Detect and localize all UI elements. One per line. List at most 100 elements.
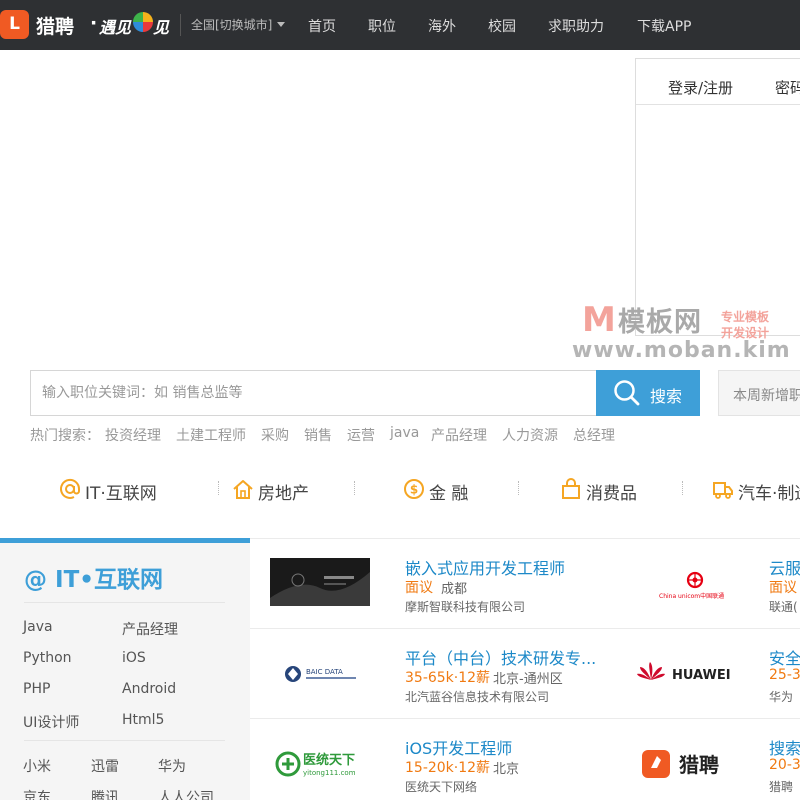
hot-search-label: 热门搜索： — [30, 428, 100, 444]
company-logo-text: BAIC DATA — [306, 668, 343, 676]
sidebar-company-link[interactable]: 迅雷 — [91, 756, 119, 776]
nav-jobs[interactable]: 职位 — [368, 16, 396, 36]
company-logo[interactable]: 猎聘 — [637, 740, 737, 788]
sidebar-job-link[interactable]: Python — [23, 650, 72, 666]
top-navbar: L 猎聘 · 遇见 见 全国[切换城市] 首页 职位 海外 校园 求职助力 下载… — [0, 0, 800, 50]
hot-search-item[interactable]: 总经理 — [573, 425, 615, 445]
hot-search-item[interactable]: 投资经理 — [105, 425, 161, 445]
liepin-logo-icon[interactable]: L — [0, 10, 29, 39]
job-company-link[interactable]: 联通( — [769, 598, 798, 615]
sidebar-job-link[interactable]: Android — [122, 681, 176, 697]
sidebar-company-link[interactable]: 腾讯 — [91, 787, 119, 800]
job-list-divider — [250, 538, 800, 539]
tab-login-register[interactable]: 登录/注册 — [668, 77, 733, 98]
job-location: 成都 — [441, 582, 468, 597]
hot-search-item[interactable]: 销售 — [304, 425, 332, 445]
job-salary: 面议 — [769, 580, 797, 596]
category-label: 金 融 — [429, 484, 469, 504]
hot-search-item[interactable]: 人力资源 — [502, 425, 558, 445]
sidebar-divider — [24, 602, 225, 603]
watermark-url: www.moban.kim — [572, 338, 791, 363]
company-logo[interactable]: HUAWEI — [637, 650, 737, 698]
job-title-link[interactable]: 安全 — [769, 645, 800, 669]
sidebar-company-link[interactable]: 小米 — [23, 756, 51, 776]
chevron-down-icon[interactable] — [277, 22, 285, 27]
job-salary: 15-20k·12薪 — [405, 760, 491, 776]
company-logo[interactable] — [270, 558, 370, 606]
job-title-link[interactable]: iOS开发工程师 — [405, 735, 512, 759]
watermark-tagline-1: 专业模板 — [721, 310, 770, 324]
sidebar-company-link[interactable]: 华为 — [158, 756, 186, 776]
sidebar-company-link[interactable]: 京东 — [23, 787, 51, 800]
category-label: 消费品 — [586, 484, 637, 504]
login-panel: 登录/注册 密码 — [635, 58, 800, 336]
job-company-link[interactable]: 北汽蓝谷信息技术有限公司 — [405, 688, 549, 705]
company-logo-text: China unicom中国联通 — [659, 592, 724, 600]
city-switcher[interactable]: 全国[切换城市] — [191, 16, 272, 33]
job-salary: 面议 — [405, 580, 433, 596]
company-logo-text: 医统天下 — [303, 752, 355, 768]
weekly-new-jobs-label: 本周新增职位 — [733, 388, 800, 404]
job-salary: 35-65k·12薪 — [405, 670, 491, 686]
svg-text:$: $ — [410, 483, 418, 497]
job-title-link[interactable]: 嵌入式应用开发工程师 — [405, 555, 565, 579]
logo-slogan-end: 见 — [153, 18, 170, 37]
company-logo[interactable]: China unicom中国联通 — [637, 560, 737, 608]
search-box — [30, 370, 598, 416]
category-label: 汽车·制造 — [738, 484, 800, 504]
weekly-new-jobs[interactable]: 本周新增职位 — [718, 370, 800, 416]
sidebar-job-link[interactable]: UI设计师 — [23, 712, 79, 732]
job-title-link[interactable]: 搜索 — [769, 735, 800, 759]
sidebar-job-link[interactable]: PHP — [23, 681, 50, 697]
company-logo-subtext: yitong111.com — [303, 769, 356, 777]
nav-campus[interactable]: 校园 — [488, 16, 516, 36]
truck-icon — [713, 482, 733, 499]
header-divider — [180, 14, 181, 36]
job-location: 北京-通州区 — [493, 672, 563, 687]
watermark-mark: M — [582, 300, 616, 340]
login-tabs: 登录/注册 密码 — [636, 59, 800, 105]
nav-overseas[interactable]: 海外 — [428, 16, 456, 36]
watermark-name: 模板网 — [618, 307, 702, 338]
sidebar-job-link[interactable]: Java — [23, 619, 53, 635]
category-divider — [682, 481, 683, 495]
logo-slogan: 遇见 — [99, 18, 132, 37]
tab-password-login[interactable]: 密码 — [775, 77, 800, 98]
search-button[interactable]: 搜索 — [596, 370, 700, 416]
job-list-divider — [250, 718, 800, 719]
hot-search-item[interactable]: java — [390, 425, 419, 441]
job-company-link[interactable]: 医统天下网络 — [405, 778, 477, 795]
hot-search-item[interactable]: 产品经理 — [431, 425, 487, 445]
category-divider — [218, 481, 219, 495]
category-label: IT·互联网 — [85, 484, 157, 504]
at-icon — [60, 478, 81, 499]
sidebar-company-link[interactable]: 人人公司 — [158, 787, 214, 800]
industry-sidebar: @ IT•互联网 Java 产品经理 Python iOS PHP Androi… — [0, 543, 250, 800]
category-divider — [518, 481, 519, 495]
job-title-link[interactable]: 平台（中台）技术研发专... — [405, 645, 596, 669]
search-input[interactable] — [31, 371, 597, 415]
page: L 猎聘 · 遇见 见 全国[切换城市] 首页 职位 海外 校园 求职助力 下载… — [0, 0, 800, 800]
job-company-link[interactable]: 猎聘 — [769, 778, 793, 795]
logo-text[interactable]: 猎聘 — [36, 12, 74, 39]
hot-search-item[interactable]: 采购 — [261, 425, 289, 445]
search-button-label: 搜索 — [650, 387, 683, 406]
company-logo[interactable]: BAIC DATA — [270, 650, 370, 698]
sidebar-job-link[interactable]: iOS — [122, 650, 146, 666]
job-company-link[interactable]: 华为 — [769, 688, 793, 705]
sidebar-title[interactable]: @ IT•互联网 — [24, 560, 163, 594]
hot-search-item[interactable]: 运营 — [347, 425, 375, 445]
nav-download-app[interactable]: 下载APP — [637, 16, 691, 36]
watermark-tagline: 专业模板 开发设计 — [721, 309, 800, 341]
sidebar-job-link[interactable]: 产品经理 — [122, 619, 178, 639]
job-title-link[interactable]: 云服 — [769, 555, 800, 579]
nav-home[interactable]: 首页 — [308, 16, 336, 36]
sidebar-job-link[interactable]: Html5 — [122, 712, 164, 728]
category-divider — [354, 481, 355, 495]
company-logo[interactable]: 医统天下 yitong111.com — [270, 740, 370, 788]
nav-career-help[interactable]: 求职助力 — [548, 16, 604, 36]
colorful-ball-icon — [133, 12, 153, 32]
hot-search-item[interactable]: 土建工程师 — [176, 425, 246, 445]
job-company-link[interactable]: 摩斯智联科技有限公司 — [405, 598, 525, 615]
coin-icon: $ — [404, 479, 424, 499]
